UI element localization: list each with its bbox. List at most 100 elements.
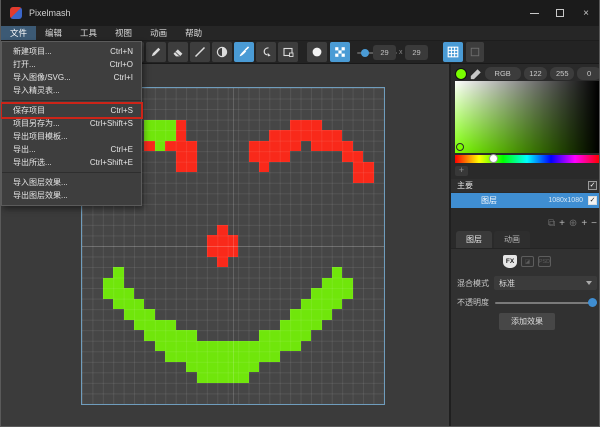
pixel-cell-green[interactable] — [217, 341, 227, 352]
smudge-tool-button[interactable] — [256, 42, 276, 62]
pixel-cell-green[interactable] — [176, 330, 186, 341]
pixel-cell-green[interactable] — [217, 351, 227, 362]
pixel-cell-red[interactable] — [269, 151, 279, 162]
pixel-cell-green[interactable] — [155, 341, 165, 352]
layer-visibility-checkbox[interactable]: ✓ — [588, 196, 597, 205]
menu-item-open[interactable]: 打开...Ctrl+O — [2, 58, 141, 71]
pixel-cell-green[interactable] — [332, 267, 342, 278]
target-layer-icon[interactable]: ⊕ — [569, 219, 577, 229]
pixel-cell-green[interactable] — [144, 309, 154, 320]
pixel-cell-red[interactable] — [269, 141, 279, 152]
pixel-cell-red[interactable] — [217, 257, 227, 268]
pixel-cell-green[interactable] — [103, 278, 113, 289]
pixel-cell-green[interactable] — [134, 309, 144, 320]
pixel-cell-red[interactable] — [332, 141, 342, 152]
pixel-cell-red[interactable] — [217, 246, 227, 257]
pixel-cell-green[interactable] — [301, 330, 311, 341]
pixel-cell-green[interactable] — [301, 299, 311, 310]
pixel-cell-green[interactable] — [249, 351, 259, 362]
pixel-cell-red[interactable] — [353, 172, 363, 183]
master-layer-row[interactable]: 主要 ✓ — [451, 179, 600, 192]
pixel-cell-green[interactable] — [155, 120, 165, 131]
sv-cursor[interactable] — [456, 143, 464, 151]
pixel-cell-green[interactable] — [269, 330, 279, 341]
pixel-cell-red[interactable] — [176, 162, 186, 173]
pixel-cell-green[interactable] — [207, 372, 217, 383]
brush-tool-button[interactable] — [234, 42, 254, 62]
pixel-cell-green[interactable] — [280, 320, 290, 331]
fx-icon[interactable]: FX — [503, 255, 517, 268]
pixel-cell-green[interactable] — [155, 330, 165, 341]
pixel-cell-red[interactable] — [311, 141, 321, 152]
menu-item-import-image-svg[interactable]: 导入图像/SVG...Ctrl+I — [2, 71, 141, 84]
pixel-cell-green[interactable] — [176, 351, 186, 362]
color-b-field[interactable]: 0 — [577, 67, 600, 80]
pixel-cell-red[interactable] — [301, 130, 311, 141]
pixel-cell-green[interactable] — [144, 320, 154, 331]
menu-edit[interactable]: 编辑 — [36, 26, 71, 40]
pixel-cell-red[interactable] — [249, 141, 259, 152]
minimize-button[interactable] — [521, 0, 547, 26]
pixel-cell-green[interactable] — [228, 372, 238, 383]
pixel-cell-red[interactable] — [259, 162, 269, 173]
pixel-cell-red[interactable] — [363, 172, 373, 183]
pixel-cell-red[interactable] — [186, 151, 196, 162]
pixel-cell-red[interactable] — [259, 151, 269, 162]
menu-file[interactable]: 文件 — [1, 26, 36, 40]
pixel-cell-red[interactable] — [207, 246, 217, 257]
menu-item-new-project[interactable]: 新建项目...Ctrl+N — [2, 45, 141, 58]
menu-item-export[interactable]: 导出...Ctrl+E — [2, 143, 141, 156]
pixel-cell-green[interactable] — [238, 341, 248, 352]
menu-item-save-project-as[interactable]: 项目另存为...Ctrl+Shift+S — [2, 117, 141, 130]
pixel-cell-red[interactable] — [186, 141, 196, 152]
pixel-cell-green[interactable] — [217, 362, 227, 373]
grid-toggle-button[interactable] — [443, 42, 463, 62]
pixel-cell-green[interactable] — [186, 351, 196, 362]
pixel-cell-green[interactable] — [280, 341, 290, 352]
pixel-cell-green[interactable] — [228, 351, 238, 362]
menu-help[interactable]: 帮助 — [176, 26, 211, 40]
pixel-cell-green[interactable] — [113, 288, 123, 299]
pixel-cell-green[interactable] — [301, 309, 311, 320]
pixel-cell-green[interactable] — [290, 330, 300, 341]
pixel-cell-green[interactable] — [311, 309, 321, 320]
eraser-tool-button[interactable] — [168, 42, 188, 62]
pixel-cell-green[interactable] — [207, 351, 217, 362]
master-visibility-checkbox[interactable]: ✓ — [588, 181, 597, 190]
menu-item-export-project-template[interactable]: 导出项目模板... — [2, 130, 141, 143]
add-swatch-button[interactable]: + — [455, 166, 468, 176]
menu-item-save-project[interactable]: 保存项目Ctrl+S — [2, 104, 141, 117]
menu-item-export-selected[interactable]: 导出所选...Ctrl+Shift+E — [2, 156, 141, 169]
pixel-cell-red[interactable] — [176, 141, 186, 152]
tab-layers[interactable]: 图层 — [456, 231, 492, 248]
pixel-cell-green[interactable] — [342, 278, 352, 289]
pixel-cell-red[interactable] — [342, 151, 352, 162]
opacity-slider-knob[interactable] — [588, 298, 597, 307]
pixel-cell-red[interactable] — [280, 130, 290, 141]
pixel-cell-green[interactable] — [165, 120, 175, 131]
pixel-cell-green[interactable] — [144, 130, 154, 141]
add-group-icon[interactable]: + — [581, 219, 587, 229]
pixel-cell-green[interactable] — [290, 309, 300, 320]
hue-cursor[interactable] — [489, 154, 498, 163]
menu-tools[interactable]: 工具 — [71, 26, 106, 40]
color-mode-button[interactable]: RGB — [485, 67, 521, 80]
pixel-cell-red[interactable] — [290, 141, 300, 152]
pixel-cell-red[interactable] — [269, 130, 279, 141]
layer-row-selected[interactable]: 图层 1080x1080 ✓ — [451, 193, 600, 208]
menu-item-export-layer-effects[interactable]: 导出图层效果... — [2, 189, 141, 202]
canvas-height-field[interactable]: 29 — [405, 45, 428, 60]
pixel-cell-green[interactable] — [280, 330, 290, 341]
pixel-cell-red[interactable] — [176, 120, 186, 131]
tab-animation[interactable]: 动画 — [494, 231, 530, 248]
pixel-cell-green[interactable] — [322, 299, 332, 310]
pixel-cell-green[interactable] — [322, 278, 332, 289]
pixel-cell-green[interactable] — [155, 130, 165, 141]
pixel-cell-green[interactable] — [290, 320, 300, 331]
blend-mode-select[interactable]: 标准 — [494, 276, 597, 290]
pixel-cell-red[interactable] — [217, 235, 227, 246]
pixel-cell-green[interactable] — [113, 299, 123, 310]
maximize-button[interactable] — [547, 0, 573, 26]
pixel-cell-green[interactable] — [259, 341, 269, 352]
pixel-cell-green[interactable] — [342, 288, 352, 299]
